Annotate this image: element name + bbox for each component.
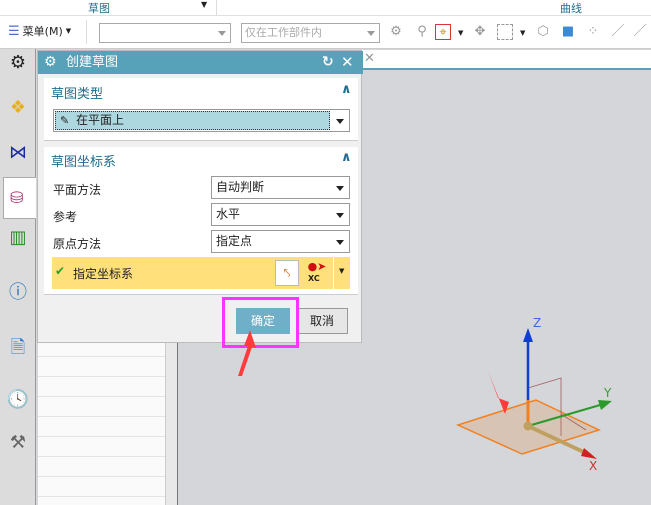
part-navigator-icon: ⛁ <box>10 188 24 207</box>
viewport-top-border <box>362 68 651 70</box>
box-select-icon[interactable] <box>497 24 513 40</box>
x-axis <box>527 424 591 457</box>
plane-outline <box>527 377 562 436</box>
list-row-divider <box>38 356 165 357</box>
section-sketch-type: 草图类型 ∧ ✎ 在平面上 <box>44 78 358 141</box>
list-row-divider <box>38 496 165 497</box>
line-point-icon[interactable]: ／ <box>632 24 648 40</box>
view-icon[interactable]: ⬡ <box>535 24 551 40</box>
gear-icon: ⚙ <box>44 54 57 70</box>
plane-method-value: 自动判断 <box>216 180 265 194</box>
origin-method-value: 指定点 <box>216 234 253 248</box>
list-row-divider <box>38 476 165 477</box>
sketch-plane-icon: ✎ <box>60 114 70 127</box>
roles-icon[interactable]: ⚒ <box>4 429 32 457</box>
reset-icon[interactable]: ↻ <box>322 51 334 74</box>
filter-icon[interactable]: ⚲ <box>414 24 430 40</box>
chevron-down-icon[interactable]: ▼ <box>339 267 344 275</box>
navigator-scrollbar[interactable] <box>165 343 178 505</box>
type-filter-combo[interactable] <box>99 23 231 43</box>
line-icon[interactable]: ／ <box>610 24 626 40</box>
cancel-button[interactable]: 取消 <box>296 308 348 334</box>
info-icon[interactable]: ⓘ <box>4 279 32 307</box>
selection-scope-combo[interactable]: 仅在工作部件内 <box>241 23 380 43</box>
section-sketch-csys: 草图坐标系 ∧ 平面方法 自动判断 参考 水平 原点方法 指定点 ✔ 指定坐标系… <box>44 147 358 295</box>
list-row-divider <box>38 456 165 457</box>
close-icon[interactable]: ✕ <box>341 51 354 74</box>
sketch-plane <box>455 399 602 455</box>
ribbon-group-bar: 草图 ▼ 曲线 <box>0 0 651 16</box>
section-heading: 草图坐标系 <box>51 155 117 170</box>
check-icon: ✔ <box>55 264 66 278</box>
divider <box>86 20 87 44</box>
close-tab-icon[interactable]: ✕ <box>364 51 375 66</box>
viewport-header <box>362 50 651 68</box>
sketch-type-select[interactable]: ✎ 在平面上 <box>53 109 350 132</box>
x-arrow-head <box>581 448 597 459</box>
list-row-divider <box>38 416 165 417</box>
cube-icon[interactable]: ■ <box>560 24 576 40</box>
points-icon[interactable]: ⁘ <box>585 24 601 40</box>
x-axis-label: X <box>589 459 598 473</box>
assembly-navigator-icon[interactable]: ❖ <box>4 94 32 122</box>
xc-label: XC <box>308 274 320 283</box>
origin-method-select[interactable]: 指定点 <box>211 230 350 253</box>
sketch-type-value: 在平面上 <box>76 113 125 127</box>
collapse-caret-icon[interactable]: ∧ <box>341 82 352 97</box>
list-row-divider <box>38 376 165 377</box>
point-filter-icon[interactable]: ⌖ <box>435 24 451 40</box>
reference-label: 参考 <box>53 210 78 224</box>
annotation-arrow-plane <box>488 371 509 414</box>
chevron-down-icon[interactable]: ▼ <box>520 29 525 37</box>
web-browser-icon[interactable]: 🗎 <box>4 334 32 362</box>
z-arrow-head <box>523 328 533 342</box>
list-row-divider <box>38 436 165 437</box>
settings-gear-icon[interactable]: ⚙ <box>4 49 32 77</box>
plane-method-label: 平面方法 <box>53 183 102 197</box>
reference-value: 水平 <box>216 207 241 221</box>
dialog-title-bar[interactable]: ⚙ 创建草图 ↻ ✕ <box>38 51 363 74</box>
part-navigator-tab[interactable]: ⛁ <box>3 177 36 219</box>
chevron-down-icon[interactable]: ▼ <box>458 29 463 37</box>
list-row-divider <box>38 396 165 397</box>
y-arrow-head <box>598 400 612 410</box>
plane-outline <box>560 413 587 431</box>
origin-method-label: 原点方法 <box>53 237 102 251</box>
reuse-library-icon[interactable]: ▥ <box>4 224 32 252</box>
section-heading: 草图类型 <box>51 87 104 102</box>
specify-csys-row[interactable]: ✔ 指定坐标系 ⤣ ●➤ XC ▼ <box>52 257 350 289</box>
constraint-navigator-icon[interactable]: ⋈ <box>4 139 32 167</box>
y-axis <box>527 402 608 427</box>
rotate-point-icon[interactable]: ✥ <box>472 24 488 40</box>
csys-point-icon: ●➤ <box>307 260 327 273</box>
chevron-down-icon: ▼ <box>65 27 72 35</box>
inferred-csys-button[interactable]: ●➤ XC <box>302 259 332 287</box>
plane-method-select[interactable]: 自动判断 <box>211 176 350 199</box>
selection-scope-value: 仅在工作部件内 <box>245 26 322 39</box>
y-axis-label: Y <box>604 386 612 400</box>
dialog-title: 创建草图 <box>66 55 119 70</box>
toolbar: ☰ 菜单(M) ▼ 仅在工作部件内 ⚙ ⚲ ⌖ ▼ ✥ ▼ ⬡ ■ ⁘ ／ ／ <box>0 16 651 49</box>
specify-csys-label: 指定坐标系 <box>73 267 134 281</box>
annotation-highlight-box <box>222 297 299 348</box>
create-sketch-dialog: ⚙ 创建草图 ↻ ✕ 草图类型 ∧ ✎ 在平面上 草图坐标系 ∧ 平面方法 自动… <box>37 50 363 343</box>
csys-dialog-button[interactable]: ⤣ <box>275 260 299 286</box>
collapse-caret-icon[interactable]: ∧ <box>341 150 352 165</box>
ribbon-group-curve[interactable]: 曲线 <box>560 0 582 16</box>
ribbon-group-sketch[interactable]: 草图 <box>88 0 110 16</box>
menu-icon: ☰ <box>8 23 20 39</box>
navigator-list <box>38 343 165 505</box>
menu-button[interactable]: ☰ 菜单(M) ▼ <box>8 23 71 39</box>
history-clock-icon[interactable]: 🕓 <box>4 386 32 414</box>
csys-dialog-icon: ⤣ <box>283 266 291 280</box>
reference-select[interactable]: 水平 <box>211 203 350 226</box>
menu-label: 菜单(M) <box>22 25 63 38</box>
snap-icon[interactable]: ⚙ <box>388 24 404 40</box>
origin-point <box>523 421 533 431</box>
resource-bar: ⚙ ❖ ⋈ ⛁ ▥ ⓘ 🗎 🕓 ⚒ <box>0 49 36 505</box>
ribbon-dropdown-icon[interactable]: ▼ <box>201 0 207 9</box>
divider <box>216 0 217 15</box>
z-axis-label: Z <box>533 316 542 330</box>
